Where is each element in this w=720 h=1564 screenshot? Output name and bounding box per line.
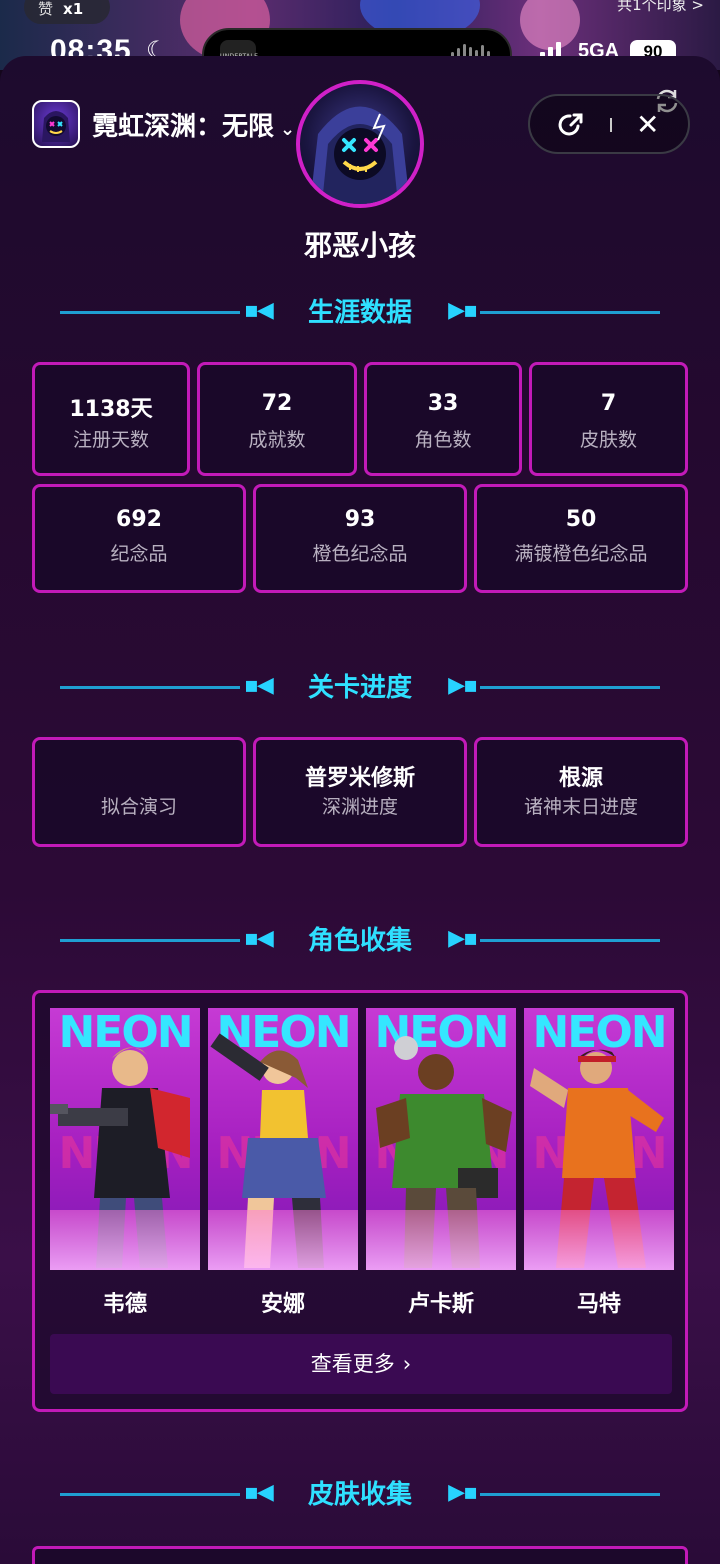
progress-card-simulation: 拟合演习 [32, 737, 246, 847]
chevron-right-icon: › [402, 1352, 412, 1376]
stat-value: 692 [116, 507, 162, 532]
progress-value: 根源 [558, 766, 603, 791]
stat-card-orange-souvenirs: 93 橙色纪念品 [253, 484, 467, 593]
progress-value [35, 760, 243, 786]
game-title-text: 霓虹深渊：无限 [92, 112, 275, 142]
stat-label: 成就数 [248, 429, 306, 451]
card-stripe [50, 1210, 200, 1270]
like-count-badge: x1 [63, 0, 84, 18]
stat-card-characters: 33 角色数 [364, 362, 522, 476]
section-header-progress: ▪◀ 关卡进度 ▶▪ [60, 667, 660, 707]
view-more-button[interactable]: 查看更多 › [50, 1334, 672, 1394]
deco-right-icon: ▶▪ [448, 673, 478, 698]
character-name: 安娜 [260, 1292, 305, 1317]
like-pill-text: 赞 [38, 0, 54, 18]
progress-card-abyss: 普罗米修斯 深渊进度 [253, 737, 467, 847]
divider-line [480, 939, 660, 942]
capsule-divider [610, 118, 612, 132]
stat-card-full-plated-orange: 50 满镀橙色纪念品 [474, 484, 688, 593]
character-card-wade[interactable]: NEON NEON [50, 1008, 200, 1270]
character-card-matt[interactable]: NEON NEON [524, 1008, 674, 1270]
stat-card-register-days: 1138天 注册天数 [32, 362, 190, 476]
divider-line [480, 311, 660, 314]
section-header-characters: ▪◀ 角色收集 ▶▪ [60, 920, 660, 960]
character-card-anna[interactable]: NEON NEON [208, 1008, 358, 1270]
progress-value: 普罗米修斯 [304, 766, 415, 791]
deco-right-icon: ▶▪ [448, 1480, 478, 1505]
stat-label: 角色数 [414, 429, 472, 451]
divider-line [480, 1493, 660, 1496]
chevron-down-icon: ⌄ [280, 119, 296, 140]
avatar[interactable] [296, 80, 424, 208]
username: 邪恶小孩 [303, 229, 416, 262]
stat-value: 50 [565, 507, 597, 532]
character-name: 韦德 [102, 1292, 147, 1317]
stat-value: 72 [261, 391, 293, 416]
stat-value: 7 [600, 391, 617, 416]
stat-value: 33 [427, 391, 459, 416]
section-header-skins: ▪◀ 皮肤收集 ▶▪ [60, 1474, 660, 1514]
divider-line [480, 686, 660, 689]
deco-right-icon: ▶▪ [448, 926, 478, 951]
card-stripe [524, 1210, 674, 1270]
close-icon[interactable]: ✕ [636, 108, 659, 142]
game-icon[interactable] [32, 100, 80, 148]
deco-right-icon: ▶▪ [448, 298, 478, 323]
mini-program-capsule: ✕ [528, 94, 690, 154]
progress-label: 诸神末日进度 [523, 796, 638, 818]
stat-card-achievements: 72 成就数 [197, 362, 357, 476]
stat-value: 93 [344, 507, 376, 532]
stat-label: 满镀橙色纪念品 [514, 543, 648, 565]
share-icon[interactable] [556, 110, 586, 140]
stat-label: 注册天数 [72, 429, 149, 451]
game-title[interactable]: 霓虹深渊：无限 ⌄ [92, 106, 295, 143]
card-stripe [208, 1210, 358, 1270]
like-pill[interactable]: 赞 x1 [24, 0, 110, 24]
stat-value: 1138天 [69, 397, 153, 422]
skin-collection-panel [32, 1546, 688, 1564]
progress-card-ragnarok: 根源 诸神末日进度 [474, 737, 688, 847]
stat-card-souvenirs: 692 纪念品 [32, 484, 246, 593]
impression-link[interactable]: 共1个印象 > [617, 0, 704, 15]
character-name: 马特 [576, 1292, 621, 1317]
card-stripe [366, 1210, 516, 1270]
character-name: 卢卡斯 [407, 1292, 474, 1317]
stat-label: 皮肤数 [579, 429, 637, 451]
character-card-lucas[interactable]: NEON NEON [366, 1008, 516, 1270]
stat-card-skins: 7 皮肤数 [529, 362, 688, 476]
stat-label: 纪念品 [110, 543, 168, 565]
section-header-career: ▪◀ 生涯数据 ▶▪ [60, 292, 660, 332]
progress-label: 拟合演习 [100, 796, 177, 818]
view-more-label: 查看更多 [310, 1352, 395, 1376]
progress-label: 深渊进度 [321, 796, 398, 818]
stat-label: 橙色纪念品 [312, 543, 408, 565]
